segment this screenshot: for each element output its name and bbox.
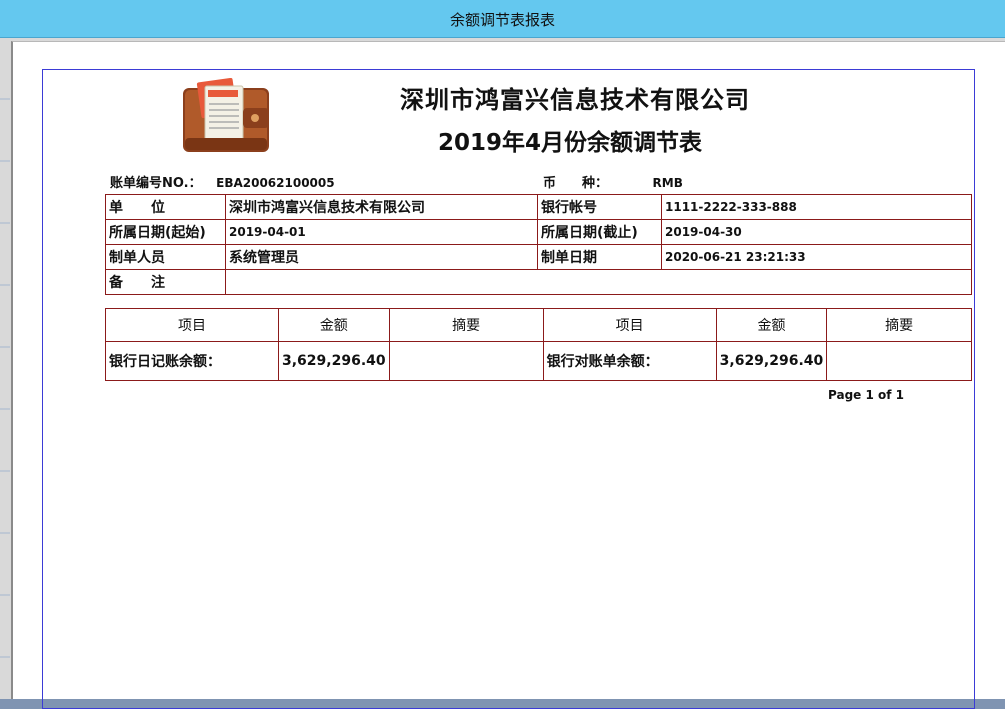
header-summary-right: 摘要 <box>826 308 972 342</box>
remark-label: 备 注 <box>105 269 226 295</box>
unit-label: 单 位 <box>105 194 226 220</box>
header-item-right: 项目 <box>542 308 717 342</box>
logo-icon <box>181 77 275 156</box>
detail-table: 项目 金额 摘要 项目 金额 摘要 银行日记账余额： 3,629,296.40 … <box>105 308 972 381</box>
table-row: 银行日记账余额： 3,629,296.40 银行对账单余额： 3,629,296… <box>105 341 972 381</box>
remark-value <box>225 269 972 295</box>
currency: 币 种： RMB <box>543 172 683 191</box>
detail-header-row: 项目 金额 摘要 项目 金额 摘要 <box>105 308 972 342</box>
start-date-label: 所属日期(起始) <box>105 219 226 245</box>
bank-statement-balance-label: 银行对账单余额： <box>542 341 717 381</box>
header-amount-right: 金额 <box>715 308 828 342</box>
info-row: 制单人员 系统管理员 制单日期 2020-06-21 23:21:33 <box>105 244 972 270</box>
account-value: 1111-2222-333-888 <box>661 194 972 220</box>
window-title: 余额调节表报表 <box>449 11 555 29</box>
info-table: 单 位 深圳市鸿富兴信息技术有限公司 银行帐号 1111-2222-333-88… <box>105 194 972 295</box>
currency-value: RMB <box>652 176 683 190</box>
page-number: Page 1 of 1 <box>828 388 904 402</box>
bank-journal-balance-label: 银行日记账余额： <box>105 341 279 381</box>
bill-number-label: 账单编号NO.： <box>110 176 202 191</box>
unit-value: 深圳市鸿富兴信息技术有限公司 <box>225 194 538 220</box>
account-label: 银行帐号 <box>537 194 662 220</box>
info-row: 单 位 深圳市鸿富兴信息技术有限公司 银行帐号 1111-2222-333-88… <box>105 194 972 220</box>
window-titlebar[interactable]: 余额调节表报表 <box>0 0 1005 38</box>
report-title: 2019年4月份余额调节表 <box>437 130 703 156</box>
bank-journal-balance-amount: 3,629,296.40 <box>278 341 390 381</box>
header-item-left: 项目 <box>105 308 279 342</box>
made-date-value: 2020-06-21 23:21:33 <box>661 244 972 270</box>
bank-statement-balance-amount: 3,629,296.40 <box>715 341 828 381</box>
bank-journal-summary <box>388 341 544 381</box>
bill-number-value: EBA20062100005 <box>216 176 335 190</box>
info-row: 所属日期(起始) 2019-04-01 所属日期(截止) 2019-04-30 <box>105 219 972 245</box>
bill-number: 账单编号NO.： EBA20062100005 <box>110 172 335 191</box>
header-summary-left: 摘要 <box>388 308 544 342</box>
maker-value: 系统管理员 <box>225 244 538 270</box>
start-date-value: 2019-04-01 <box>225 219 538 245</box>
header-amount-left: 金额 <box>278 308 390 342</box>
made-date-label: 制单日期 <box>537 244 662 270</box>
end-date-value: 2019-04-30 <box>661 219 972 245</box>
maker-label: 制单人员 <box>105 244 226 270</box>
company-name: 深圳市鸿富兴信息技术有限公司 <box>400 85 750 114</box>
left-edge <box>0 38 10 699</box>
currency-label: 币 种： <box>543 176 609 191</box>
end-date-label: 所属日期(截止) <box>537 219 662 245</box>
info-row: 备 注 <box>105 269 972 295</box>
bank-statement-summary <box>826 341 972 381</box>
